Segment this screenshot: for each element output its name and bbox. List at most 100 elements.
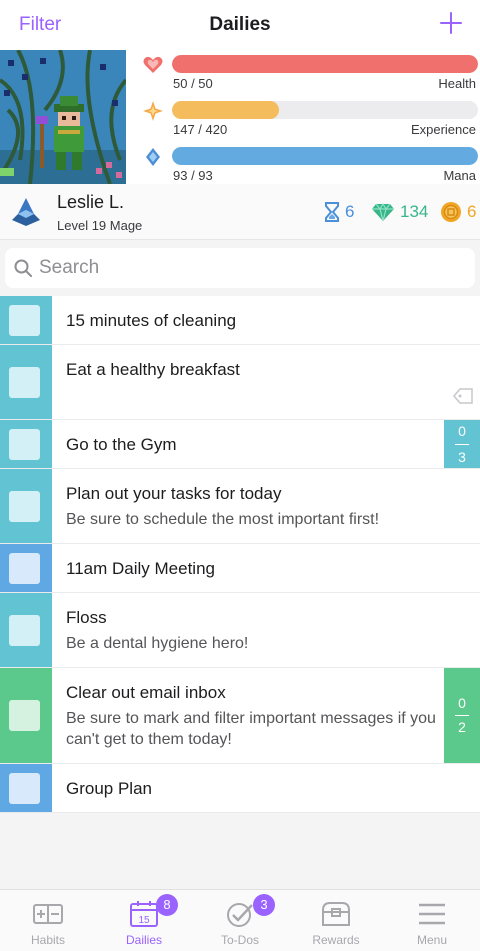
stats-header: 50 / 50 Health 147 / 420 Experience 93 /… xyxy=(0,50,480,184)
task-checkbox-strip[interactable] xyxy=(0,764,52,812)
task-checkbox[interactable] xyxy=(9,615,40,646)
gem-icon xyxy=(372,202,394,222)
user-profile-bar: Leslie L. Level 19 Mage 6 134 6 xyxy=(0,184,480,240)
daily-task-item[interactable]: Clear out email inbox Be sure to mark an… xyxy=(0,668,480,764)
daily-task-item[interactable]: Group Plan xyxy=(0,764,480,813)
task-checkbox-strip[interactable] xyxy=(0,345,52,419)
health-stat: 50 / 50 Health xyxy=(142,52,478,92)
treasure-chest-icon xyxy=(322,902,350,926)
mana-value: 93 / 93 xyxy=(173,168,213,183)
hamburger-menu-icon xyxy=(419,903,445,925)
task-title: Eat a healthy breakfast xyxy=(66,360,240,379)
task-checkbox[interactable] xyxy=(9,429,40,460)
health-value: 50 / 50 xyxy=(173,76,213,91)
health-label: Health xyxy=(438,76,476,91)
task-checkbox[interactable] xyxy=(9,553,40,584)
tab-dailies[interactable]: 15 8 Dailies xyxy=(96,890,192,951)
gold-counter: 6 xyxy=(440,201,476,223)
task-checkbox[interactable] xyxy=(9,773,40,804)
tab-bar: Habits 15 8 Dailies 3 To-Dos Rewards Men… xyxy=(0,889,480,951)
task-notes: Be sure to mark and filter important mes… xyxy=(66,710,436,748)
checklist-divider xyxy=(455,444,469,445)
task-checkbox-strip[interactable] xyxy=(0,296,52,344)
task-title: 15 minutes of cleaning xyxy=(66,311,237,330)
task-title: 11am Daily Meeting xyxy=(66,559,215,578)
page-title: Dailies xyxy=(209,14,271,35)
app-window: Filter Dailies 50 / 50 Health 147 / 420 … xyxy=(0,0,480,951)
checkmark-icon xyxy=(227,903,253,927)
task-checkbox-strip[interactable] xyxy=(0,420,52,468)
task-checkbox[interactable] xyxy=(9,367,40,398)
mana-bar xyxy=(172,147,478,165)
checklist-counter[interactable]: 0 3 xyxy=(444,420,480,468)
experience-bar xyxy=(172,101,478,119)
task-checkbox[interactable] xyxy=(9,491,40,522)
mana-drop-icon xyxy=(146,148,160,166)
daily-task-item[interactable]: Plan out your tasks for today Be sure to… xyxy=(0,469,480,544)
tab-rewards[interactable]: Rewards xyxy=(288,890,384,951)
experience-value: 147 / 420 xyxy=(173,122,228,137)
task-title: Group Plan xyxy=(66,779,152,798)
gold-coin-icon xyxy=(441,202,461,222)
todos-badge: 3 xyxy=(253,894,275,916)
task-checkbox[interactable] xyxy=(9,700,40,731)
gem-count: 134 xyxy=(400,202,429,221)
task-checkbox-strip[interactable] xyxy=(0,668,52,763)
tab-todos[interactable]: 3 To-Dos xyxy=(192,890,288,951)
calendar-day-number: 15 xyxy=(138,915,150,926)
tag-icon xyxy=(453,388,473,404)
daily-task-item[interactable]: Floss Be a dental hygiene hero! xyxy=(0,593,480,668)
experience-stat: 147 / 420 Experience xyxy=(142,98,478,138)
task-notes: Be sure to schedule the most important f… xyxy=(66,511,380,528)
gem-counter: 134 xyxy=(371,201,428,223)
tab-label: Habits xyxy=(30,933,65,947)
daily-task-item[interactable]: Eat a healthy breakfast xyxy=(0,345,480,420)
hourglass-count: 6 xyxy=(345,202,355,221)
calendar-icon: 15 xyxy=(130,901,158,927)
task-notes: Be a dental hygiene hero! xyxy=(66,635,249,652)
task-title: Plan out your tasks for today xyxy=(66,484,282,503)
plus-icon[interactable] xyxy=(438,10,464,36)
heart-icon xyxy=(143,56,163,73)
mage-class-icon xyxy=(12,198,40,226)
user-level: Level 19 Mage xyxy=(57,218,143,233)
tab-label: Rewards xyxy=(312,933,360,947)
daily-task-item[interactable]: Go to the Gym 0 3 xyxy=(0,420,480,469)
checklist-counter[interactable]: 0 2 xyxy=(444,668,480,763)
dailies-badge: 8 xyxy=(156,894,178,916)
mana-stat: 93 / 93 Mana xyxy=(142,144,478,184)
tab-habits[interactable]: Habits xyxy=(0,890,96,951)
task-checkbox-strip[interactable] xyxy=(0,593,52,667)
star-icon xyxy=(143,101,163,121)
habits-icon xyxy=(33,904,63,924)
task-title: Floss xyxy=(66,608,107,627)
avatar[interactable] xyxy=(0,50,126,184)
search-bar[interactable] xyxy=(5,248,475,288)
navigation-bar: Filter Dailies xyxy=(0,0,480,50)
daily-task-item[interactable]: 11am Daily Meeting xyxy=(0,544,480,593)
search-icon xyxy=(14,259,32,277)
daily-task-item[interactable]: 15 minutes of cleaning xyxy=(0,296,480,345)
task-checkbox-strip[interactable] xyxy=(0,544,52,592)
mana-label: Mana xyxy=(443,168,476,183)
tab-label: Dailies xyxy=(125,933,162,947)
task-checkbox[interactable] xyxy=(9,305,40,336)
checklist-total: 3 xyxy=(458,449,466,465)
tab-label: Menu xyxy=(416,933,448,947)
checklist-done: 0 xyxy=(458,423,466,439)
dailies-list: 15 minutes of cleaning Eat a healthy bre… xyxy=(0,296,480,813)
tab-menu[interactable]: Menu xyxy=(384,890,480,951)
checklist-total: 2 xyxy=(458,719,466,735)
health-bar xyxy=(172,55,478,73)
task-title: Clear out email inbox xyxy=(66,683,226,702)
tab-label: To-Dos xyxy=(220,933,259,947)
user-name: Leslie L. xyxy=(57,192,125,212)
gold-count: 6 xyxy=(467,202,477,221)
hourglass-icon xyxy=(325,202,339,222)
search-input[interactable] xyxy=(39,248,469,288)
hourglass-counter: 6 xyxy=(324,201,354,223)
checklist-done: 0 xyxy=(458,695,466,711)
experience-label: Experience xyxy=(410,122,476,137)
task-checkbox-strip[interactable] xyxy=(0,469,52,543)
checklist-divider xyxy=(455,715,469,716)
